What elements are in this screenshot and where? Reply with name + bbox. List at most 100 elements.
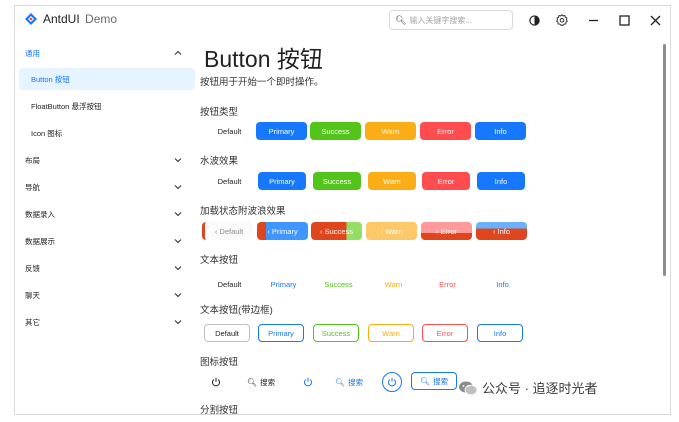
sidebar-group-general[interactable]: 通用 (15, 42, 191, 64)
minimize-button[interactable] (582, 10, 604, 30)
settings-button[interactable] (551, 10, 573, 30)
info-button[interactable]: Info (475, 122, 526, 140)
sidebar-group-data-entry[interactable]: 数据录入 (15, 203, 191, 225)
wechat-icon (459, 381, 478, 395)
warn-button[interactable]: Warn (365, 122, 416, 140)
sidebar-group-navigation[interactable]: 导航 (15, 176, 191, 198)
text-error-button[interactable]: Error (422, 275, 473, 293)
maximize-button[interactable] (613, 10, 635, 30)
content-scrollbar[interactable] (662, 36, 666, 414)
sidebar-group-label: 导航 (25, 182, 40, 192)
scrollbar-thumb[interactable] (663, 44, 666, 276)
loading-default-label: Default (219, 226, 244, 236)
sidebar-item-button[interactable]: Button 按钮 (19, 68, 195, 90)
sidebar-group-data-display[interactable]: 数据展示 (15, 230, 191, 252)
power-icon (212, 377, 220, 387)
success-button[interactable]: Success (310, 122, 361, 140)
wave-default-button[interactable]: Default (204, 172, 255, 190)
power-circle-button[interactable] (382, 372, 402, 392)
text-info-button[interactable]: Info (477, 275, 528, 293)
power-primary-button[interactable] (298, 373, 318, 391)
theme-toggle-button[interactable] (523, 10, 545, 30)
search-icon: 🔍︎ (246, 377, 258, 387)
sidebar-group-label: 数据展示 (25, 236, 55, 246)
icon-search-label: 搜索 (260, 377, 276, 387)
bordered-primary-button[interactable]: Primary (258, 324, 304, 342)
error-button[interactable]: Error (420, 122, 471, 140)
text-warn-button[interactable]: Warn (368, 275, 419, 293)
wave-error-button[interactable]: Error (422, 172, 470, 190)
bordered-success-button[interactable]: Success (313, 324, 359, 342)
sidebar-item-icon[interactable]: Icon 图标 (15, 122, 191, 144)
bordered-error-button[interactable]: Error (422, 324, 468, 342)
loading-success-label: Success (324, 226, 353, 236)
bordered-info-button[interactable]: Info (477, 324, 523, 342)
wave-success-button[interactable]: Success (313, 172, 361, 190)
title-bar: AntdUI Demo 🔍︎ 输入关键字搜索... (15, 6, 670, 34)
loading-primary-button[interactable]: ‹ Primary (257, 222, 308, 240)
wave-primary-button[interactable]: Primary (258, 172, 306, 190)
page-title: Button 按钮 (204, 46, 323, 72)
main-content: Button 按钮 按钮用于开始一个即时操作。 按钮类型 Default Pri… (200, 36, 662, 415)
chevron-down-icon (174, 320, 182, 325)
icon-search-bordered-label: 搜索 (433, 376, 449, 386)
loading-success-button[interactable]: ‹ Success (311, 222, 362, 240)
minimize-icon (588, 19, 598, 21)
sidebar-item-label: FloatButton 悬浮按钮 (31, 101, 102, 111)
chevron-down-icon (174, 185, 182, 190)
search-input[interactable]: 🔍︎ 输入关键字搜索... (389, 10, 513, 30)
wave-warn-button[interactable]: Warn (368, 172, 416, 190)
text-success-button[interactable]: Success (313, 275, 364, 293)
bordered-warn-button[interactable]: Warn (368, 324, 414, 342)
icon-search-primary-label: 搜索 (348, 377, 364, 387)
wave-info-button[interactable]: Info (477, 172, 525, 190)
loading-primary-label: Primary (271, 226, 298, 236)
section-title-types: 按钮类型 (200, 107, 239, 118)
app-title: AntdUI Demo (43, 12, 117, 26)
power-button[interactable] (206, 373, 226, 391)
gear-icon (556, 14, 568, 26)
loading-warn-button[interactable]: ‹ Warn (366, 222, 417, 240)
sidebar-item-floatbutton[interactable]: FloatButton 悬浮按钮 (15, 95, 191, 117)
sidebar-group-label: 聊天 (25, 290, 40, 300)
search-icon: 🔍︎ (334, 377, 346, 387)
sidebar-group-label: 通用 (25, 48, 40, 58)
close-button[interactable] (644, 10, 666, 30)
loading-default-button[interactable]: ‹ Default (202, 222, 253, 240)
text-default-button[interactable]: Default (204, 275, 255, 293)
search-icon: 🔍︎ (395, 14, 407, 25)
bordered-default-button[interactable]: Default (204, 324, 250, 342)
maximize-icon (618, 14, 630, 26)
app-window: AntdUI Demo 🔍︎ 输入关键字搜索... 通用 Button 按钮 F… (14, 5, 671, 415)
app-title-text: AntdUI (43, 12, 80, 26)
sidebar-group-chat[interactable]: 聊天 (15, 284, 191, 306)
chevron-down-icon (174, 293, 182, 298)
sidebar-group-other[interactable]: 其它 (15, 311, 191, 333)
chevron-down-icon (174, 158, 182, 163)
loading-info-button[interactable]: ‹ Info (476, 222, 527, 240)
section-title-split: 分割按钮 (200, 405, 239, 415)
chevron-down-icon (174, 212, 182, 217)
icon-search-button[interactable]: 🔍︎ 搜索 (240, 373, 282, 391)
loading-error-label: Error (440, 226, 458, 236)
search-placeholder: 输入关键字搜索... (409, 15, 473, 25)
watermark: 公众号 · 追逐时光者 (458, 378, 598, 397)
sidebar: 通用 Button 按钮 FloatButton 悬浮按钮 Icon 图标 布局… (15, 36, 199, 414)
default-button[interactable]: Default (204, 122, 255, 140)
icon-search-bordered-button[interactable]: 🔍︎ 搜索 (411, 372, 457, 390)
sidebar-group-label: 布局 (25, 155, 40, 165)
section-title-wave: 水波效果 (200, 156, 239, 167)
contrast-icon (528, 14, 540, 26)
icon-search-primary-button[interactable]: 🔍︎ 搜索 (328, 373, 370, 391)
app-subtitle: Demo (85, 12, 118, 26)
power-icon (388, 377, 396, 387)
power-icon (304, 377, 312, 387)
sidebar-group-label: 其它 (25, 317, 40, 327)
text-primary-button[interactable]: Primary (258, 275, 309, 293)
search-icon: 🔍︎ (419, 376, 431, 386)
sidebar-group-feedback[interactable]: 反馈 (15, 257, 191, 279)
sidebar-group-layout[interactable]: 布局 (15, 149, 191, 171)
close-icon (650, 15, 660, 25)
primary-button[interactable]: Primary (256, 122, 307, 140)
loading-error-button[interactable]: ‹ Error (421, 222, 472, 240)
